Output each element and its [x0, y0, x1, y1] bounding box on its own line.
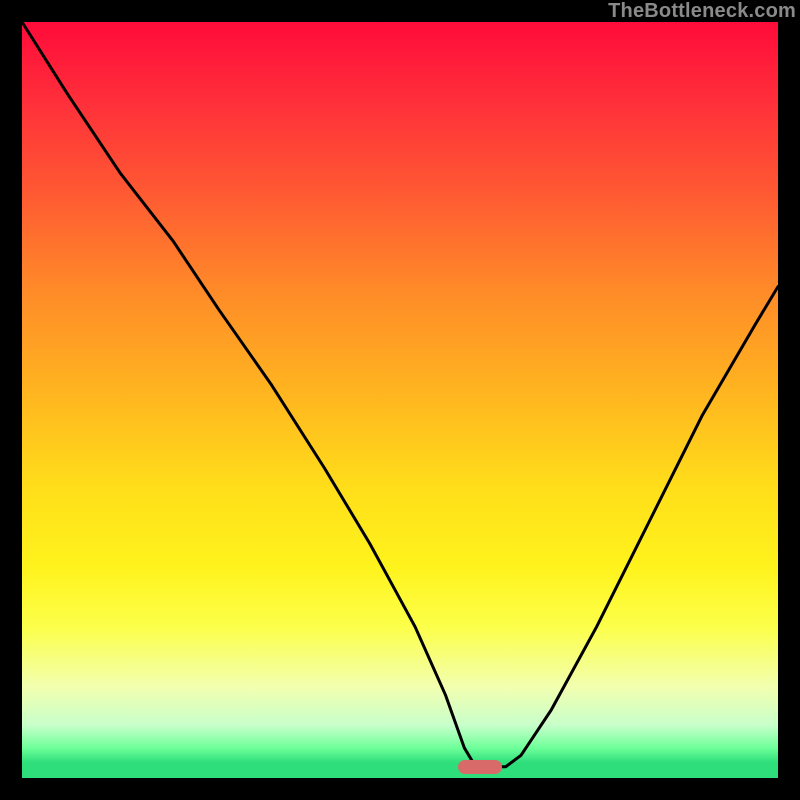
optimal-marker	[458, 760, 502, 774]
plot-area	[22, 22, 778, 778]
bottleneck-curve	[22, 22, 778, 778]
chart-container: TheBottleneck.com	[0, 0, 800, 800]
watermark-label: TheBottleneck.com	[608, 0, 796, 23]
